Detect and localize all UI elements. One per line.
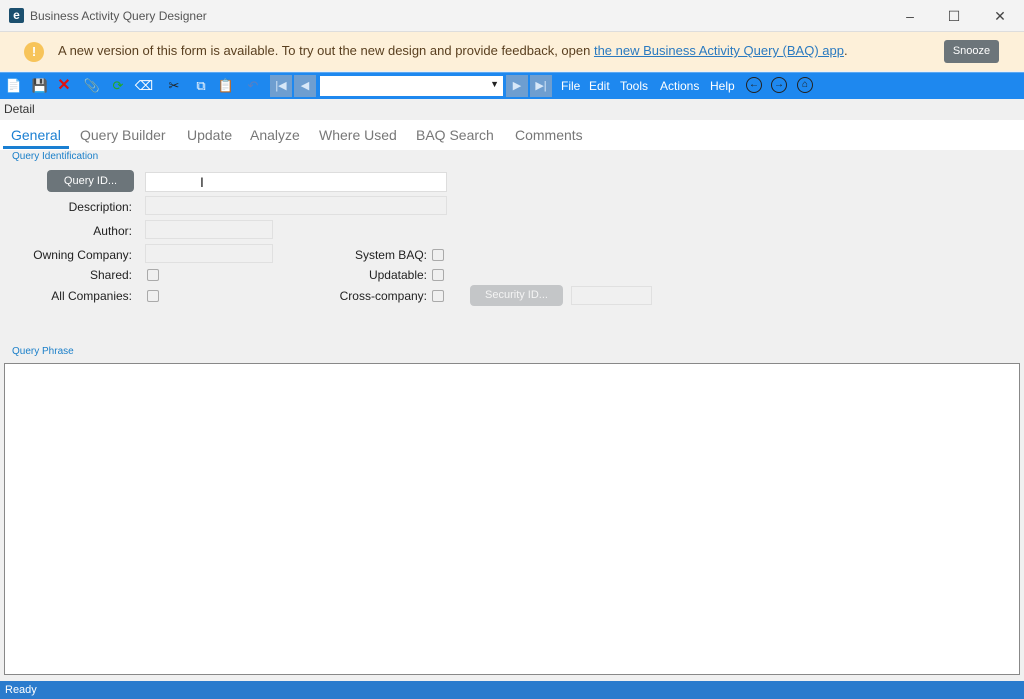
save-icon[interactable]: 💾 <box>30 76 50 96</box>
tab-query-builder[interactable]: Query Builder <box>80 127 166 143</box>
query-identification-title: Query Identification <box>12 151 99 162</box>
clear-icon[interactable]: ⌫ <box>134 76 154 96</box>
owning-company-label: Owning Company: <box>33 248 132 262</box>
attach-icon[interactable]: 📎 <box>82 76 102 96</box>
query-phrase-textarea[interactable] <box>4 363 1020 675</box>
author-input[interactable] <box>145 220 273 239</box>
app-logo-icon: e <box>9 8 24 23</box>
shared-checkbox[interactable] <box>147 269 159 281</box>
window-title: Business Activity Query Designer <box>30 9 207 23</box>
new-icon[interactable]: 📄 <box>4 76 24 96</box>
updatable-label: Updatable: <box>368 268 427 282</box>
all-companies-label: All Companies: <box>51 289 132 303</box>
paste-icon[interactable]: 📋 <box>216 76 236 96</box>
tab-comments[interactable]: Comments <box>515 127 583 143</box>
shared-label: Shared: <box>89 268 132 282</box>
new-baq-app-link[interactable]: the new Business Activity Query (BAQ) ap… <box>594 43 844 58</box>
description-input[interactable] <box>145 196 447 215</box>
security-id-input[interactable] <box>571 286 652 305</box>
query-id-button[interactable]: Query ID... <box>47 170 134 192</box>
cross-company-checkbox[interactable] <box>432 290 444 302</box>
title-bar: e Business Activity Query Designer – ☐ ✕ <box>0 0 1024 32</box>
menu-help[interactable]: Help <box>710 79 735 93</box>
maximize-button[interactable]: ☐ <box>944 6 964 26</box>
detail-label: Detail <box>4 102 35 116</box>
warning-icon: ! <box>24 42 44 62</box>
text-cursor-icon: I <box>200 174 204 190</box>
previous-record-icon[interactable]: ◀ <box>294 75 316 97</box>
owning-company-input[interactable] <box>145 244 273 263</box>
record-selector[interactable]: ▼ <box>320 76 503 96</box>
tab-bar: General Query Builder Update Analyze Whe… <box>0 120 1024 150</box>
active-tab-indicator <box>3 146 69 149</box>
tab-where-used[interactable]: Where Used <box>319 127 397 143</box>
query-id-input[interactable] <box>145 172 447 192</box>
menu-edit[interactable]: Edit <box>589 79 610 93</box>
author-label: Author: <box>93 224 132 238</box>
menu-actions[interactable]: Actions <box>660 79 699 93</box>
home-icon[interactable]: ⌂ <box>797 77 813 93</box>
menu-file[interactable]: File <box>561 79 580 93</box>
menu-tools[interactable]: Tools <box>620 79 648 93</box>
description-label: Description: <box>68 200 132 214</box>
banner-suffix: . <box>843 43 848 58</box>
tab-baq-search[interactable]: BAQ Search <box>416 127 494 143</box>
cross-company-label: Cross-company: <box>339 289 427 303</box>
banner-message: A new version of this form is available.… <box>58 43 848 58</box>
banner-text: A new version of this form is available.… <box>58 43 594 58</box>
forward-icon[interactable]: → <box>771 77 787 93</box>
refresh-icon[interactable]: ⟳ <box>108 76 128 96</box>
snooze-button[interactable]: Snooze <box>944 40 999 63</box>
tab-general[interactable]: General <box>11 127 61 143</box>
close-button[interactable]: ✕ <box>990 6 1010 26</box>
back-icon[interactable]: ← <box>746 77 762 93</box>
query-phrase-title: Query Phrase <box>12 346 74 357</box>
status-bar: Ready <box>0 681 1024 699</box>
updatable-checkbox[interactable] <box>432 269 444 281</box>
all-companies-checkbox[interactable] <box>147 290 159 302</box>
copy-icon[interactable]: ⧉ <box>191 76 211 96</box>
tab-analyze[interactable]: Analyze <box>250 127 300 143</box>
minimize-button[interactable]: – <box>900 6 920 26</box>
system-baq-label: System BAQ: <box>354 248 427 262</box>
first-record-icon[interactable]: |◀ <box>270 75 292 97</box>
cut-icon[interactable]: ✂ <box>164 76 184 96</box>
security-id-button[interactable]: Security ID... <box>470 285 563 306</box>
tab-update[interactable]: Update <box>187 127 232 143</box>
system-baq-checkbox[interactable] <box>432 249 444 261</box>
toolbar: 📄 💾 ✕ 📎 ⟳ ⌫ ✂ ⧉ 📋 ↶ |◀ ◀ ▼ ▶ ▶| File Edi… <box>0 72 1024 99</box>
next-record-icon[interactable]: ▶ <box>506 75 528 97</box>
undo-icon[interactable]: ↶ <box>243 76 263 96</box>
chevron-down-icon[interactable]: ▼ <box>490 79 499 89</box>
delete-icon[interactable]: ✕ <box>54 76 74 96</box>
last-record-icon[interactable]: ▶| <box>530 75 552 97</box>
